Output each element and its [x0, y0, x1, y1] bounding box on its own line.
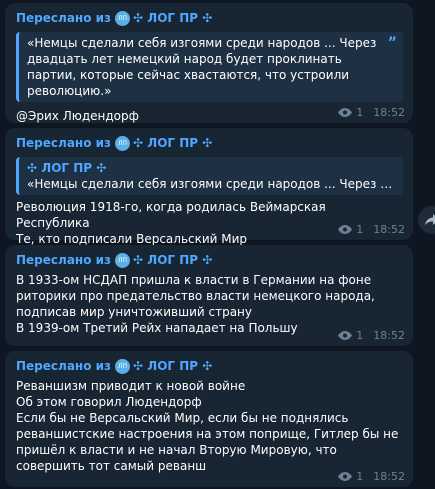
- view-count: 1: [356, 223, 364, 236]
- message-bubble[interactable]: Переслано из ЛП ✣ ЛОГ ПР ✣ Реваншизм при…: [5, 351, 413, 487]
- channel-avatar[interactable]: ЛП: [115, 135, 131, 151]
- forward-header[interactable]: Переслано из ЛП ✣ ЛОГ ПР ✣: [16, 358, 403, 374]
- message-text: Реваншизм приводит к новой войне Об этом…: [16, 379, 399, 473]
- channel-name[interactable]: ✣ ЛОГ ПР ✣: [133, 252, 212, 268]
- message-meta: 1 18:52: [338, 223, 405, 236]
- message-text: В 1933-ом НСДАП пришла к власти в Герман…: [16, 273, 375, 335]
- forward-label: Переслано из: [16, 253, 112, 267]
- channel-name[interactable]: ✣ ЛОГ ПР ✣: [133, 135, 212, 151]
- eye-icon: [338, 331, 353, 340]
- message-time: 18:52: [373, 223, 405, 236]
- channel-avatar[interactable]: ЛП: [115, 358, 131, 374]
- view-count: 1: [356, 470, 364, 483]
- channel-name[interactable]: ✣ ЛОГ ПР ✣: [133, 358, 212, 374]
- channel-avatar[interactable]: ЛП: [115, 10, 131, 26]
- reply-preview[interactable]: ✣ ЛОГ ПР ✣ «Немцы сделали себя изгоями с…: [16, 157, 403, 195]
- forward-header[interactable]: Переслано из ЛП ✣ ЛОГ ПР ✣: [16, 252, 403, 268]
- message-time: 18:52: [373, 470, 405, 483]
- channel-name[interactable]: ✣ ЛОГ ПР ✣: [133, 10, 212, 26]
- quote-text: «Немцы сделали себя изгоями среди народо…: [27, 36, 377, 98]
- forward-label: Переслано из: [16, 11, 112, 25]
- message-time: 18:52: [373, 106, 405, 119]
- eye-icon: [338, 472, 353, 481]
- reply-title: ✣ ЛОГ ПР ✣: [27, 161, 107, 175]
- message-bubble[interactable]: Переслано из ЛП ✣ ЛОГ ПР ✣ В 1933-ом НСД…: [5, 245, 413, 346]
- forward-label: Переслано из: [16, 136, 112, 150]
- message-bubble[interactable]: Переслано из ЛП ✣ ЛОГ ПР ✣ ✣ ЛОГ ПР ✣ «Н…: [5, 128, 413, 246]
- message-meta: 1 18:52: [338, 106, 405, 119]
- message-time: 18:52: [373, 329, 405, 342]
- message-meta: 1 18:52: [338, 470, 405, 483]
- blockquote: ” «Немцы сделали себя изгоями среди наро…: [16, 32, 403, 102]
- message-bubble[interactable]: Переслано из ЛП ✣ ЛОГ ПР ✣ ” «Немцы сдел…: [5, 3, 413, 123]
- view-count: 1: [356, 106, 364, 119]
- message-meta: 1 18:52: [338, 329, 405, 342]
- forward-header[interactable]: Переслано из ЛП ✣ ЛОГ ПР ✣: [16, 10, 403, 26]
- share-icon: [425, 214, 435, 226]
- forward-label: Переслано из: [16, 359, 112, 373]
- eye-icon: [338, 225, 353, 234]
- eye-icon: [338, 108, 353, 117]
- view-count: 1: [356, 329, 364, 342]
- share-button[interactable]: [418, 206, 435, 234]
- forward-header[interactable]: Переслано из ЛП ✣ ЛОГ ПР ✣: [16, 135, 403, 151]
- reply-text: «Немцы сделали себя изгоями среди народо…: [27, 177, 395, 191]
- quote-icon: ”: [387, 35, 397, 51]
- channel-avatar[interactable]: ЛП: [115, 252, 131, 268]
